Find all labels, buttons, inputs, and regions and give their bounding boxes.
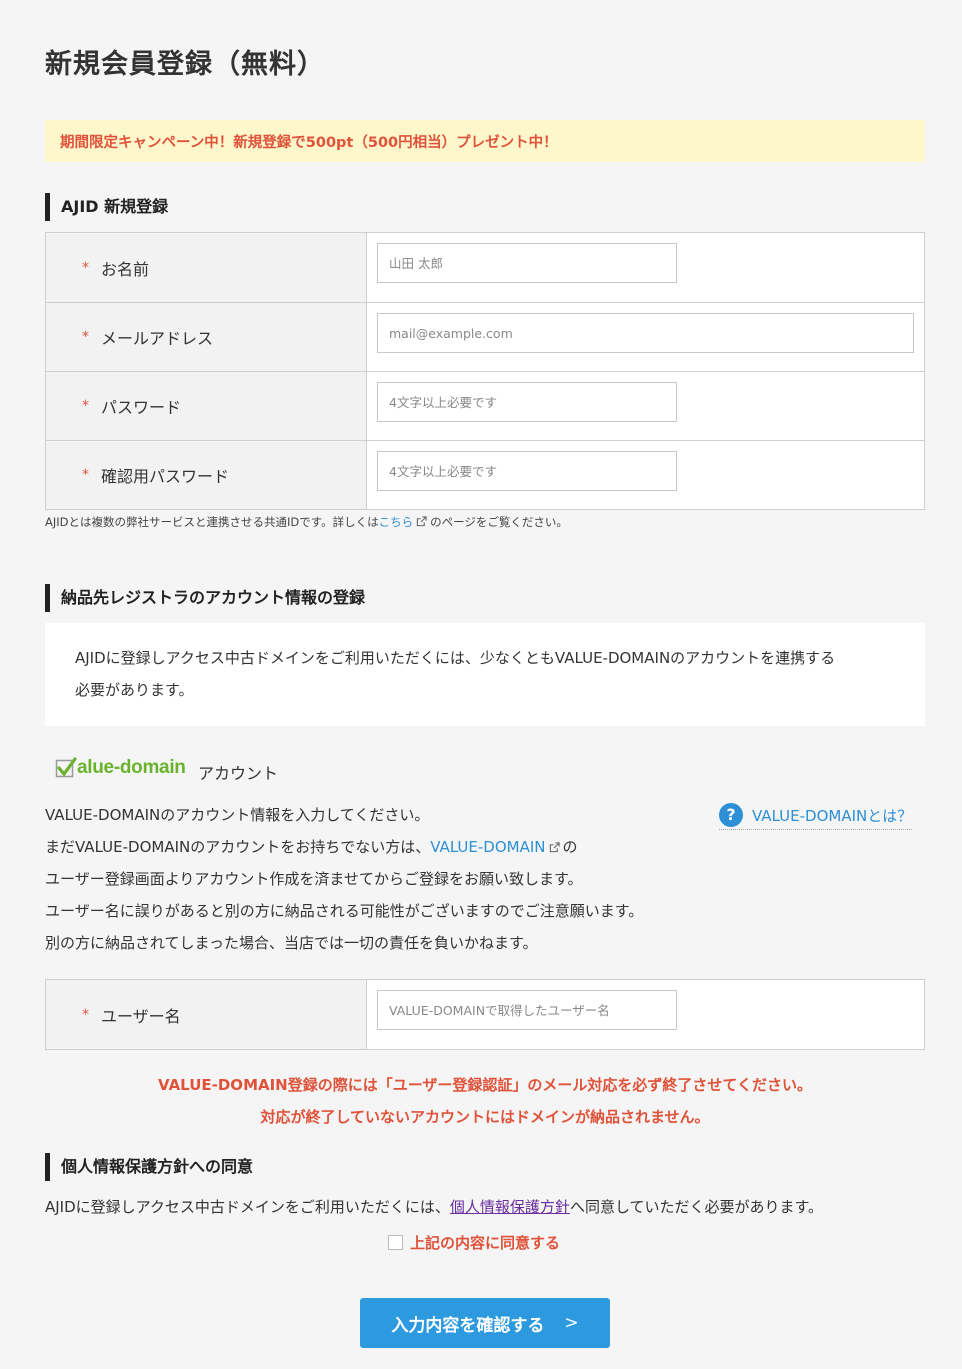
agree-checkbox[interactable]: [388, 1235, 403, 1250]
name-label-text: お名前: [101, 259, 150, 279]
ajid-form-table: * お名前 * メールアドレス * パスワード: [45, 232, 925, 510]
value-domain-instructions: VALUE-DOMAINのアカウント情報を入力してください。 まだVALUE-D…: [45, 799, 705, 959]
required-mark: *: [82, 398, 89, 414]
campaign-banner: 期間限定キャンペーン中！新規登録で500pt（500円相当）プレゼント中！: [45, 120, 925, 162]
value-domain-help-link[interactable]: ? VALUE-DOMAINとは？: [719, 803, 913, 830]
ajid-details-link[interactable]: こちら: [379, 515, 414, 529]
instruction-line-2-after: の: [562, 838, 578, 856]
email-input[interactable]: [377, 313, 914, 353]
form-row-password: * パスワード: [46, 371, 924, 440]
registrar-section-heading: 納品先レジストラのアカウント情報の登録: [45, 584, 925, 612]
password-cell: [367, 372, 924, 440]
confirm-submit-button[interactable]: 入力内容を確認する >: [360, 1298, 610, 1348]
username-form-table: * ユーザー名: [45, 979, 925, 1050]
external-link-icon: [416, 516, 427, 527]
agree-checkbox-label[interactable]: 上記の内容に同意する: [388, 1232, 560, 1253]
username-label: * ユーザー名: [46, 980, 367, 1049]
warning-line-2: 対応が終了していないアカウントにはドメインが納品されません。: [260, 1108, 710, 1126]
info-line-2: 必要があります。: [75, 681, 194, 699]
username-label-text: ユーザー名: [101, 1006, 181, 1026]
instruction-line-1: VALUE-DOMAINのアカウント情報を入力してください。: [45, 806, 430, 824]
value-domain-check-icon: [55, 757, 77, 778]
email-label-text: メールアドレス: [101, 329, 214, 348]
password-input[interactable]: [377, 382, 677, 422]
required-mark: *: [82, 467, 89, 483]
form-row-password-confirm: * 確認用パスワード: [46, 440, 924, 509]
value-domain-logo: alue-domain: [55, 757, 186, 779]
name-cell: [367, 233, 924, 302]
password-confirm-label-text: 確認用パスワード: [101, 467, 230, 486]
password-label-text: パスワード: [101, 398, 182, 417]
instruction-line-3: ユーザー登録画面よりアカウント作成を済ませてからご登録をお願い致します。: [45, 870, 583, 888]
value-domain-link[interactable]: VALUE-DOMAIN: [430, 838, 545, 856]
privacy-text: AJIDに登録しアクセス中古ドメインをご利用いただくには、個人情報保護方針へ同意…: [45, 1196, 823, 1217]
info-line-1: AJIDに登録しアクセス中古ドメインをご利用いただくには、少なくともVALUE-…: [75, 649, 836, 667]
instruction-line-5: 別の方に納品されてしまった場合、当店では一切の責任を負いかねます。: [45, 934, 538, 952]
privacy-text-after: へ同意していただく必要があります。: [569, 1198, 823, 1216]
required-mark: *: [82, 1006, 89, 1023]
instruction-line-2: まだVALUE-DOMAINのアカウントをお持ちでない方は、VALUE-DOMA…: [45, 831, 705, 863]
ajid-note-text-after: のページをご覧ください。: [430, 515, 568, 529]
password-label: * パスワード: [46, 372, 367, 440]
value-domain-logo-text: alue-domain: [77, 757, 186, 778]
name-label: * お名前: [46, 233, 367, 302]
submit-label: 入力内容を確認する: [391, 1315, 545, 1336]
privacy-text-before: AJIDに登録しアクセス中古ドメインをご利用いただくには、: [45, 1198, 450, 1216]
email-cell: [367, 303, 924, 371]
ajid-note: AJIDとは複数の弊社サービスと連携させる共通IDです。詳しくはこちら のページを…: [45, 514, 568, 530]
chevron-right-icon: >: [564, 1313, 579, 1333]
account-label: アカウント: [198, 764, 279, 783]
ajid-note-text: AJIDとは複数の弊社サービスと連携させる共通IDです。詳しくは: [45, 515, 379, 529]
external-link-icon: [549, 842, 560, 853]
agree-label-text: 上記の内容に同意する: [410, 1234, 561, 1252]
required-mark: *: [82, 329, 89, 345]
privacy-section-heading: 個人情報保護方針への同意: [45, 1153, 925, 1181]
form-row-name: * お名前: [46, 233, 924, 302]
name-input[interactable]: [377, 243, 677, 283]
form-row-email: * メールアドレス: [46, 302, 924, 371]
ajid-section-heading: AJID 新規登録: [45, 193, 925, 221]
password-confirm-input[interactable]: [377, 451, 677, 491]
username-cell: [367, 980, 924, 1049]
email-label: * メールアドレス: [46, 303, 367, 371]
required-mark: *: [82, 259, 89, 276]
question-icon: ?: [719, 803, 743, 827]
instruction-line-4: ユーザー名に誤りがあると別の方に納品される可能性がございますのでご注意願います。: [45, 902, 644, 920]
password-confirm-label: * 確認用パスワード: [46, 441, 367, 509]
password-confirm-cell: [367, 441, 924, 509]
instruction-line-2-text: まだVALUE-DOMAINのアカウントをお持ちでない方は、: [45, 838, 431, 856]
registrar-info-box: AJIDに登録しアクセス中古ドメインをご利用いただくには、少なくともVALUE-…: [45, 623, 925, 726]
username-input[interactable]: [377, 990, 677, 1030]
warning-line-1: VALUE-DOMAIN登録の際には「ユーザー登録認証」のメール対応を必ず終了さ…: [157, 1076, 812, 1094]
value-domain-help-label: VALUE-DOMAINとは？: [752, 806, 913, 825]
form-row-username: * ユーザー名: [46, 980, 924, 1049]
page-title: 新規会員登録（無料）: [45, 49, 325, 80]
privacy-policy-link[interactable]: 個人情報保護方針: [450, 1198, 570, 1216]
verification-warning: VALUE-DOMAIN登録の際には「ユーザー登録認証」のメール対応を必ず終了さ…: [45, 1069, 925, 1133]
